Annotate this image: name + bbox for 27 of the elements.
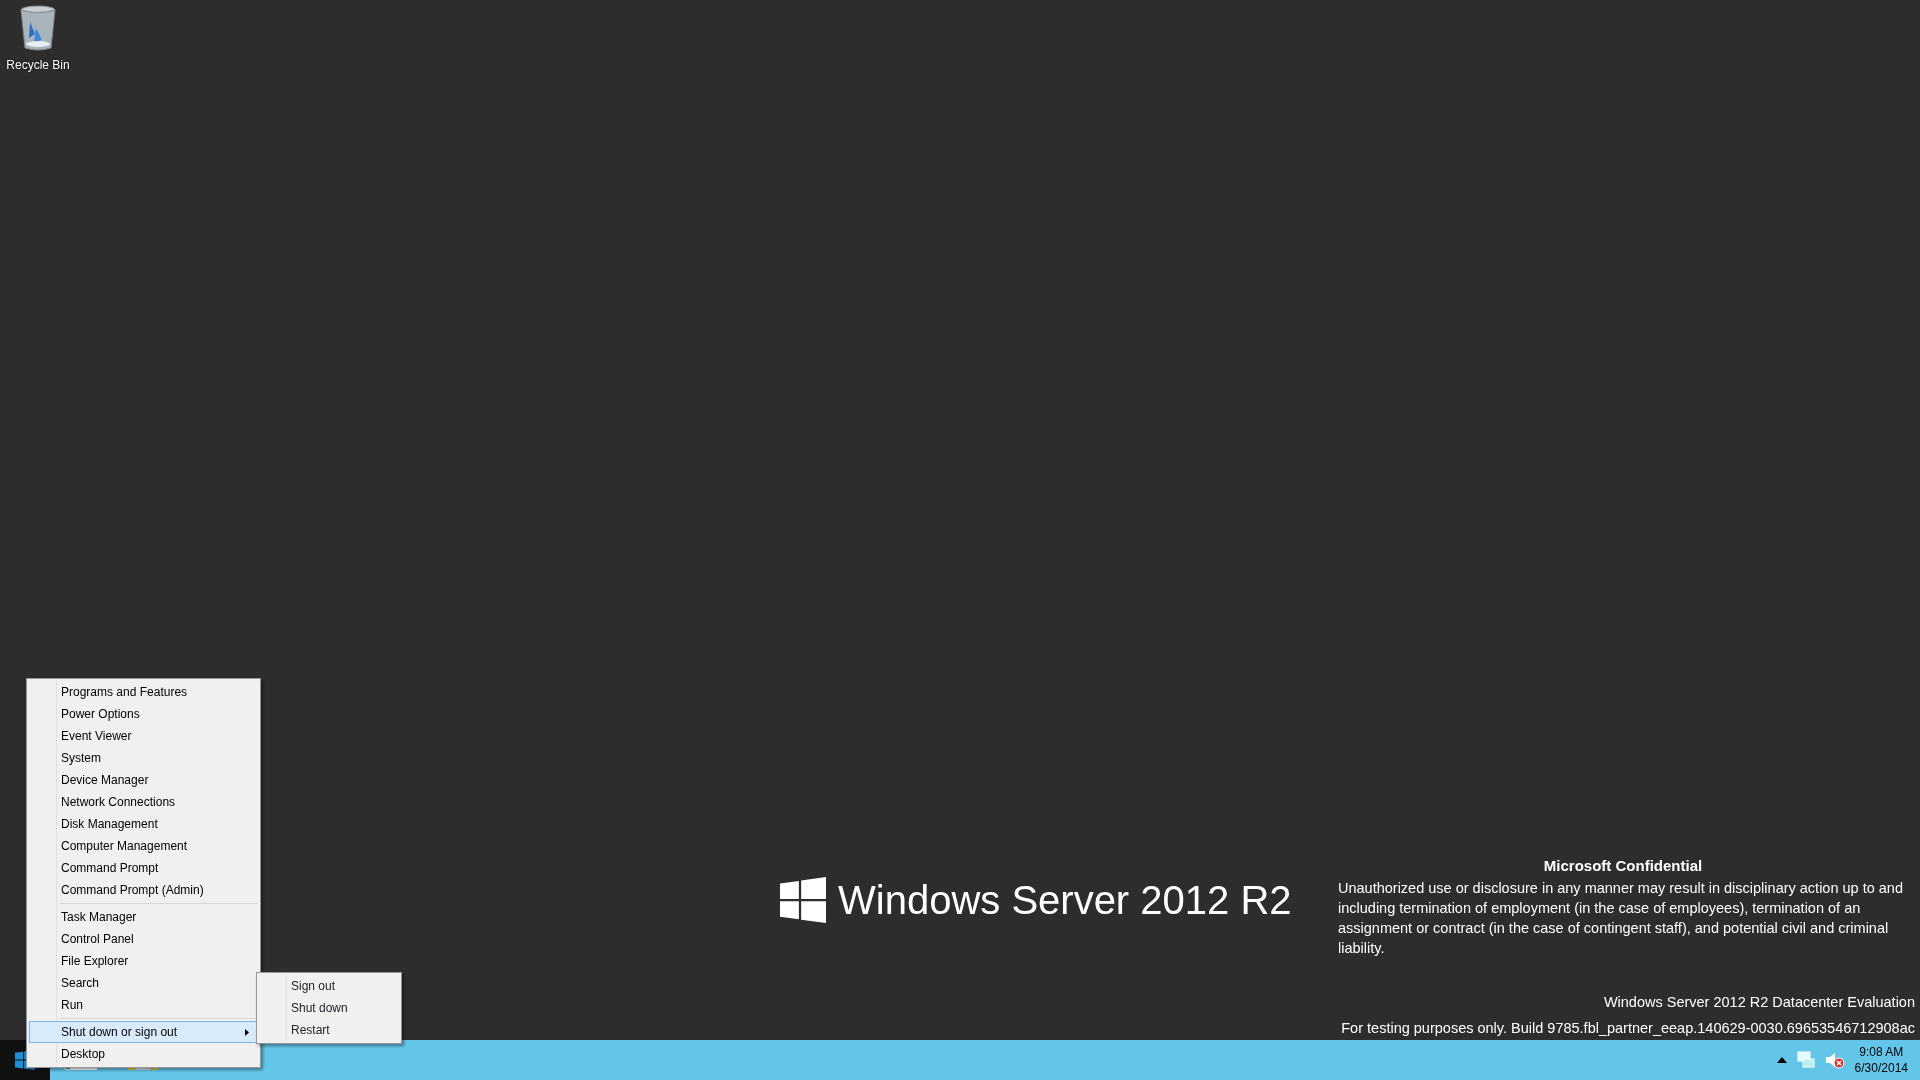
menu-item[interactable]: Device Manager: [29, 769, 258, 791]
menu-item[interactable]: File Explorer: [29, 950, 258, 972]
notice-title: Microsoft Confidential: [1542, 856, 1704, 876]
menu-item[interactable]: Programs and Features: [29, 681, 258, 703]
menu-item[interactable]: System: [29, 747, 258, 769]
menu-item[interactable]: Computer Management: [29, 835, 258, 857]
edition-text: Windows Server 2012 R2 Datacenter Evaluation: [1603, 993, 1915, 1012]
menu-item[interactable]: Desktop: [29, 1043, 258, 1065]
menu-item[interactable]: Sign out: [259, 975, 399, 997]
build-text: For testing purposes only. Build 9785.fbl_partner_eeap.140629-0030.69653546712908ac: [1341, 1018, 1915, 1038]
icon-label: Recycle Bin: [6, 57, 70, 74]
menu-item[interactable]: Command Prompt: [29, 857, 258, 879]
menu-item[interactable]: Shut down: [259, 997, 399, 1019]
menu-item[interactable]: Network Connections: [29, 791, 258, 813]
menu-item[interactable]: Task Manager: [29, 906, 258, 928]
menu-item[interactable]: Control Panel: [29, 928, 258, 950]
menu-item[interactable]: Run: [29, 994, 258, 1016]
menu-item[interactable]: Search: [29, 972, 258, 994]
menu-item[interactable]: Shut down or sign out: [29, 1021, 258, 1043]
menu-item[interactable]: Disk Management: [29, 813, 258, 835]
notice-text: Unauthorized use or disclosure in any manner may result in disciplinary action up to and including termination of employment (in the case of employees), termination of an assignment or contract (in the case of contingent staff), and potential civil and criminal liability.: [1338, 878, 1904, 958]
menu-item[interactable]: Event Viewer: [29, 725, 258, 747]
menu-item[interactable]: Command Prompt (Admin): [29, 879, 258, 901]
menu-item[interactable]: Restart: [259, 1019, 399, 1041]
product-name: Windows Server 2012 R2: [838, 877, 1292, 924]
clock[interactable]: 9:08 AM 6/30/2014: [1854, 1044, 1908, 1076]
menu-item[interactable]: Power Options: [29, 703, 258, 725]
